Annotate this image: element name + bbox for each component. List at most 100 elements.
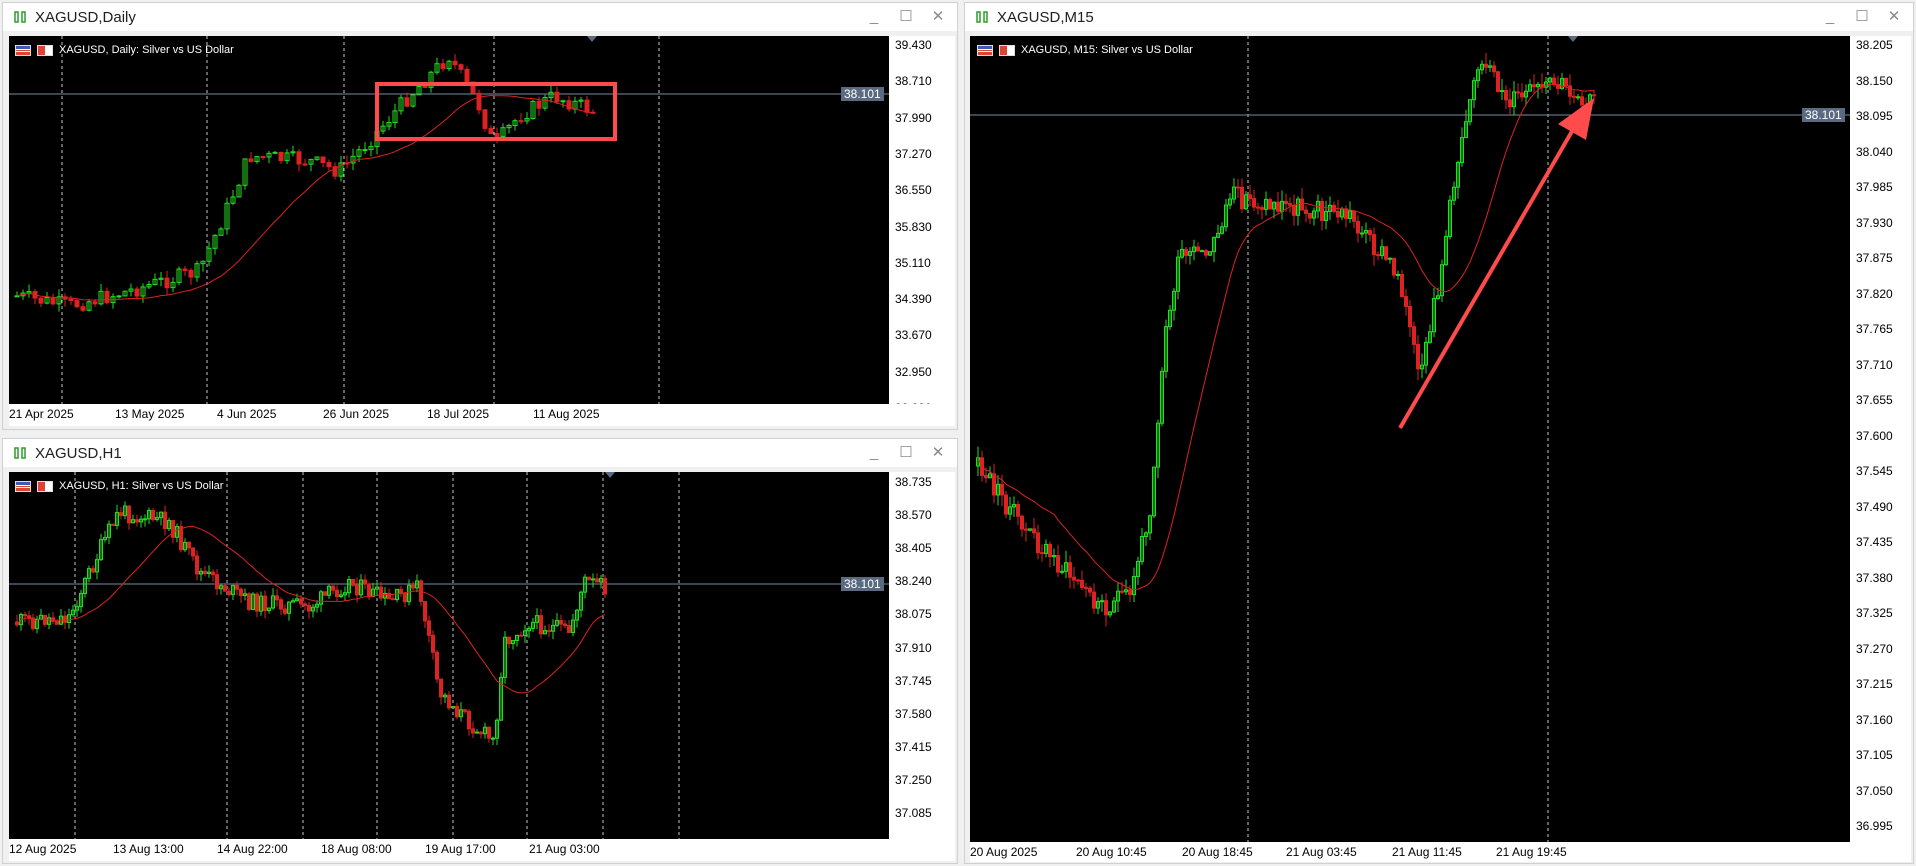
candle-body — [1500, 90, 1504, 93]
time-axis-h1[interactable]: 12 Aug 2025 13 Aug 13:00 14 Aug 22:00 18 Au… — [9, 839, 955, 861]
price-tick-label: 38.570 — [895, 508, 932, 523]
highlight-box — [375, 82, 617, 141]
chart-shift-marker[interactable] — [1568, 36, 1578, 42]
price-tick-label: 37.325 — [1856, 606, 1893, 620]
close-button[interactable]: ✕ — [927, 7, 949, 27]
candle-body — [1284, 200, 1288, 205]
chart-canvas-h1[interactable]: 38.101 — [9, 472, 889, 839]
candle-body — [323, 591, 327, 596]
candle-body — [50, 297, 56, 305]
time-tick-label: 13 Aug 13:00 — [113, 842, 184, 856]
time-tick-label: 14 Aug 22:00 — [217, 842, 288, 856]
time-axis-m15[interactable]: 20 Aug 2025 20 Aug 10:45 20 Aug 18:45 21 Au… — [970, 842, 1911, 862]
titlebar-h1[interactable]: XAGUSD,H1 _ ☐ ✕ — [3, 439, 957, 467]
symbol-flag-icon — [37, 480, 53, 492]
price-tick-label: 37.765 — [1856, 322, 1893, 336]
candle-body — [464, 68, 470, 83]
time-tick-label: 18 Jul 2025 — [427, 407, 490, 421]
time-tick-label: 12 Aug 2025 — [9, 842, 77, 856]
price-axis-m15[interactable]: 38.205 38.150 38.095 38.040 37.985 37.930 37.8… — [1850, 36, 1911, 842]
candle-body — [507, 636, 511, 645]
candle-body — [1516, 91, 1520, 94]
price-tick-label: 37.745 — [895, 673, 932, 688]
titlebar-daily[interactable]: XAGUSD,Daily _ ☐ ✕ — [3, 3, 957, 31]
candle-body — [471, 728, 475, 734]
candle-body — [391, 598, 395, 601]
price-tick-label: 37.105 — [1856, 748, 1893, 762]
moving-average-line — [977, 83, 1595, 591]
candle-body — [302, 163, 308, 166]
candle-body — [187, 541, 191, 549]
candle-body — [984, 474, 988, 479]
candle-body — [1200, 250, 1204, 253]
close-button[interactable]: ✕ — [1883, 7, 1905, 27]
price-tick-label: 37.545 — [1856, 464, 1893, 478]
maximize-button[interactable]: ☐ — [895, 7, 917, 27]
maximize-button[interactable]: ☐ — [1851, 7, 1873, 27]
price-tick-label: 38.240 — [895, 574, 932, 589]
candle-body — [1268, 198, 1272, 210]
chart-shift-marker[interactable] — [605, 472, 615, 478]
time-tick-label: 21 Aug 11:45 — [1392, 845, 1462, 859]
titlebar-m15[interactable]: XAGUSD,M15 _ ☐ ✕ — [965, 3, 1913, 31]
price-axis-h1[interactable]: 38.735 38.570 38.405 38.240 38.075 37.910 37.7… — [889, 472, 955, 839]
candle-body — [1344, 208, 1348, 219]
price-tick-label: 37.160 — [1856, 712, 1893, 727]
current-price-tag: 38.101 — [1802, 108, 1845, 122]
candle-body — [211, 571, 215, 576]
candle-body — [1080, 579, 1084, 588]
time-axis-daily[interactable]: 21 Apr 2025 13 May 2025 4 Jun 2025 26 Jun 2… — [9, 404, 955, 426]
candle-body — [151, 509, 155, 521]
candle-body — [992, 473, 996, 496]
candle-body — [164, 277, 170, 289]
time-tick-label: 21 Apr 2025 — [9, 407, 74, 421]
time-tick-label: 4 Jun 2025 — [217, 407, 277, 421]
candle-body — [296, 151, 302, 165]
annotation-arrow-line — [1398, 112, 1584, 430]
candle-body — [435, 651, 439, 680]
candle-body — [1088, 587, 1092, 593]
chart-canvas-m15[interactable]: 38.101 — [970, 36, 1850, 842]
price-tick-label: 39.430 — [895, 38, 932, 52]
minimize-button[interactable]: _ — [1819, 7, 1841, 27]
price-tick-label: 37.380 — [1856, 570, 1893, 585]
current-price-tag: 38.101 — [841, 577, 884, 591]
price-tick-label: 37.435 — [1856, 535, 1893, 549]
candle-body — [27, 615, 31, 619]
price-tick-label: 37.270 — [1856, 641, 1893, 656]
candle-body — [272, 151, 278, 154]
candle-body — [1408, 305, 1412, 328]
maximize-button[interactable]: ☐ — [895, 443, 917, 463]
price-tick-label: 38.710 — [895, 74, 932, 89]
candle-body — [1412, 326, 1416, 345]
time-tick-label: 18 Aug 08:00 — [321, 842, 392, 856]
candle-body — [1256, 206, 1260, 209]
candle-body — [111, 523, 115, 526]
candle-body — [1508, 99, 1512, 108]
price-axis-daily[interactable]: 39.430 38.710 37.990 37.270 36.550 35.830 35.1… — [889, 36, 955, 415]
candle-body — [367, 583, 371, 598]
candle-body — [467, 710, 471, 730]
candle-body — [307, 604, 311, 612]
candle-body — [135, 519, 139, 523]
candle-body — [1520, 92, 1524, 98]
candle-body — [239, 588, 243, 597]
candle-body — [74, 300, 80, 308]
candle-body — [191, 547, 195, 557]
chart-header-h1: XAGUSD, H1: Silver vs US Dollar — [15, 480, 223, 492]
candle-body — [482, 109, 488, 129]
candle-body — [455, 706, 459, 718]
candle-body — [559, 619, 563, 625]
chart-shift-marker[interactable] — [587, 36, 597, 42]
candle-body — [1304, 209, 1308, 214]
candle-body — [55, 620, 59, 625]
minimize-button[interactable]: _ — [863, 7, 885, 27]
chart-canvas-daily[interactable]: 38.101 — [9, 36, 889, 404]
price-tick-label: 37.655 — [1856, 393, 1893, 407]
candle-body — [1368, 229, 1372, 236]
candle-body — [536, 100, 542, 109]
minimize-button[interactable]: _ — [863, 443, 885, 463]
price-tick-label: 38.405 — [895, 541, 932, 556]
close-button[interactable]: ✕ — [927, 443, 949, 463]
price-tick-label: 37.215 — [1856, 677, 1893, 691]
